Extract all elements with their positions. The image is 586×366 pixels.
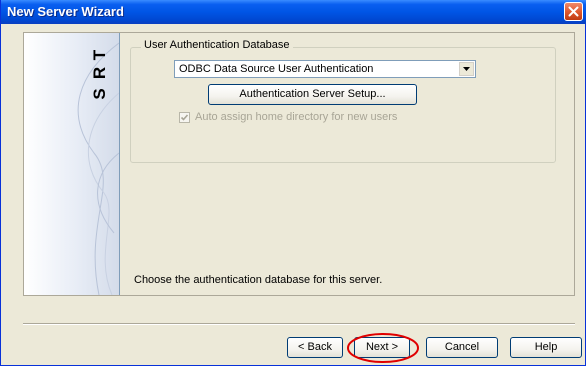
side-banner: T R S (24, 33, 119, 295)
next-button[interactable]: Next > (354, 337, 410, 358)
auth-database-select[interactable]: ODBC Data Source User Authentication (174, 60, 476, 78)
logo-letter-s: S (90, 88, 109, 100)
auth-server-setup-button[interactable]: Authentication Server Setup... (208, 84, 417, 105)
footer-separator (23, 323, 575, 325)
window-title: New Server Wizard (7, 4, 124, 19)
logo-letter-r: R (90, 66, 109, 80)
auto-assign-label: Auto assign home directory for new users (195, 111, 398, 123)
wizard-page: T R S User Authentication Database ODBC … (23, 32, 575, 296)
logo-letter-t: T (90, 49, 109, 61)
cancel-button[interactable]: Cancel (426, 337, 498, 358)
select-value: ODBC Data Source User Authentication (179, 63, 374, 75)
auto-assign-checkbox[interactable] (179, 112, 190, 123)
close-button[interactable] (564, 2, 583, 21)
help-button[interactable]: Help (510, 337, 582, 358)
checkmark-icon (180, 114, 189, 121)
dropdown-button[interactable] (459, 62, 474, 76)
chevron-down-icon (463, 67, 470, 71)
banner-separator (119, 33, 120, 295)
back-button[interactable]: < Back (287, 337, 343, 358)
page-description: Choose the authentication database for t… (134, 274, 383, 286)
close-x-icon (568, 6, 579, 17)
wizard-window: New Server Wizard T R S User Authenticat… (0, 0, 586, 366)
title-bar[interactable]: New Server Wizard (1, 0, 586, 24)
group-legend: User Authentication Database (141, 39, 293, 51)
